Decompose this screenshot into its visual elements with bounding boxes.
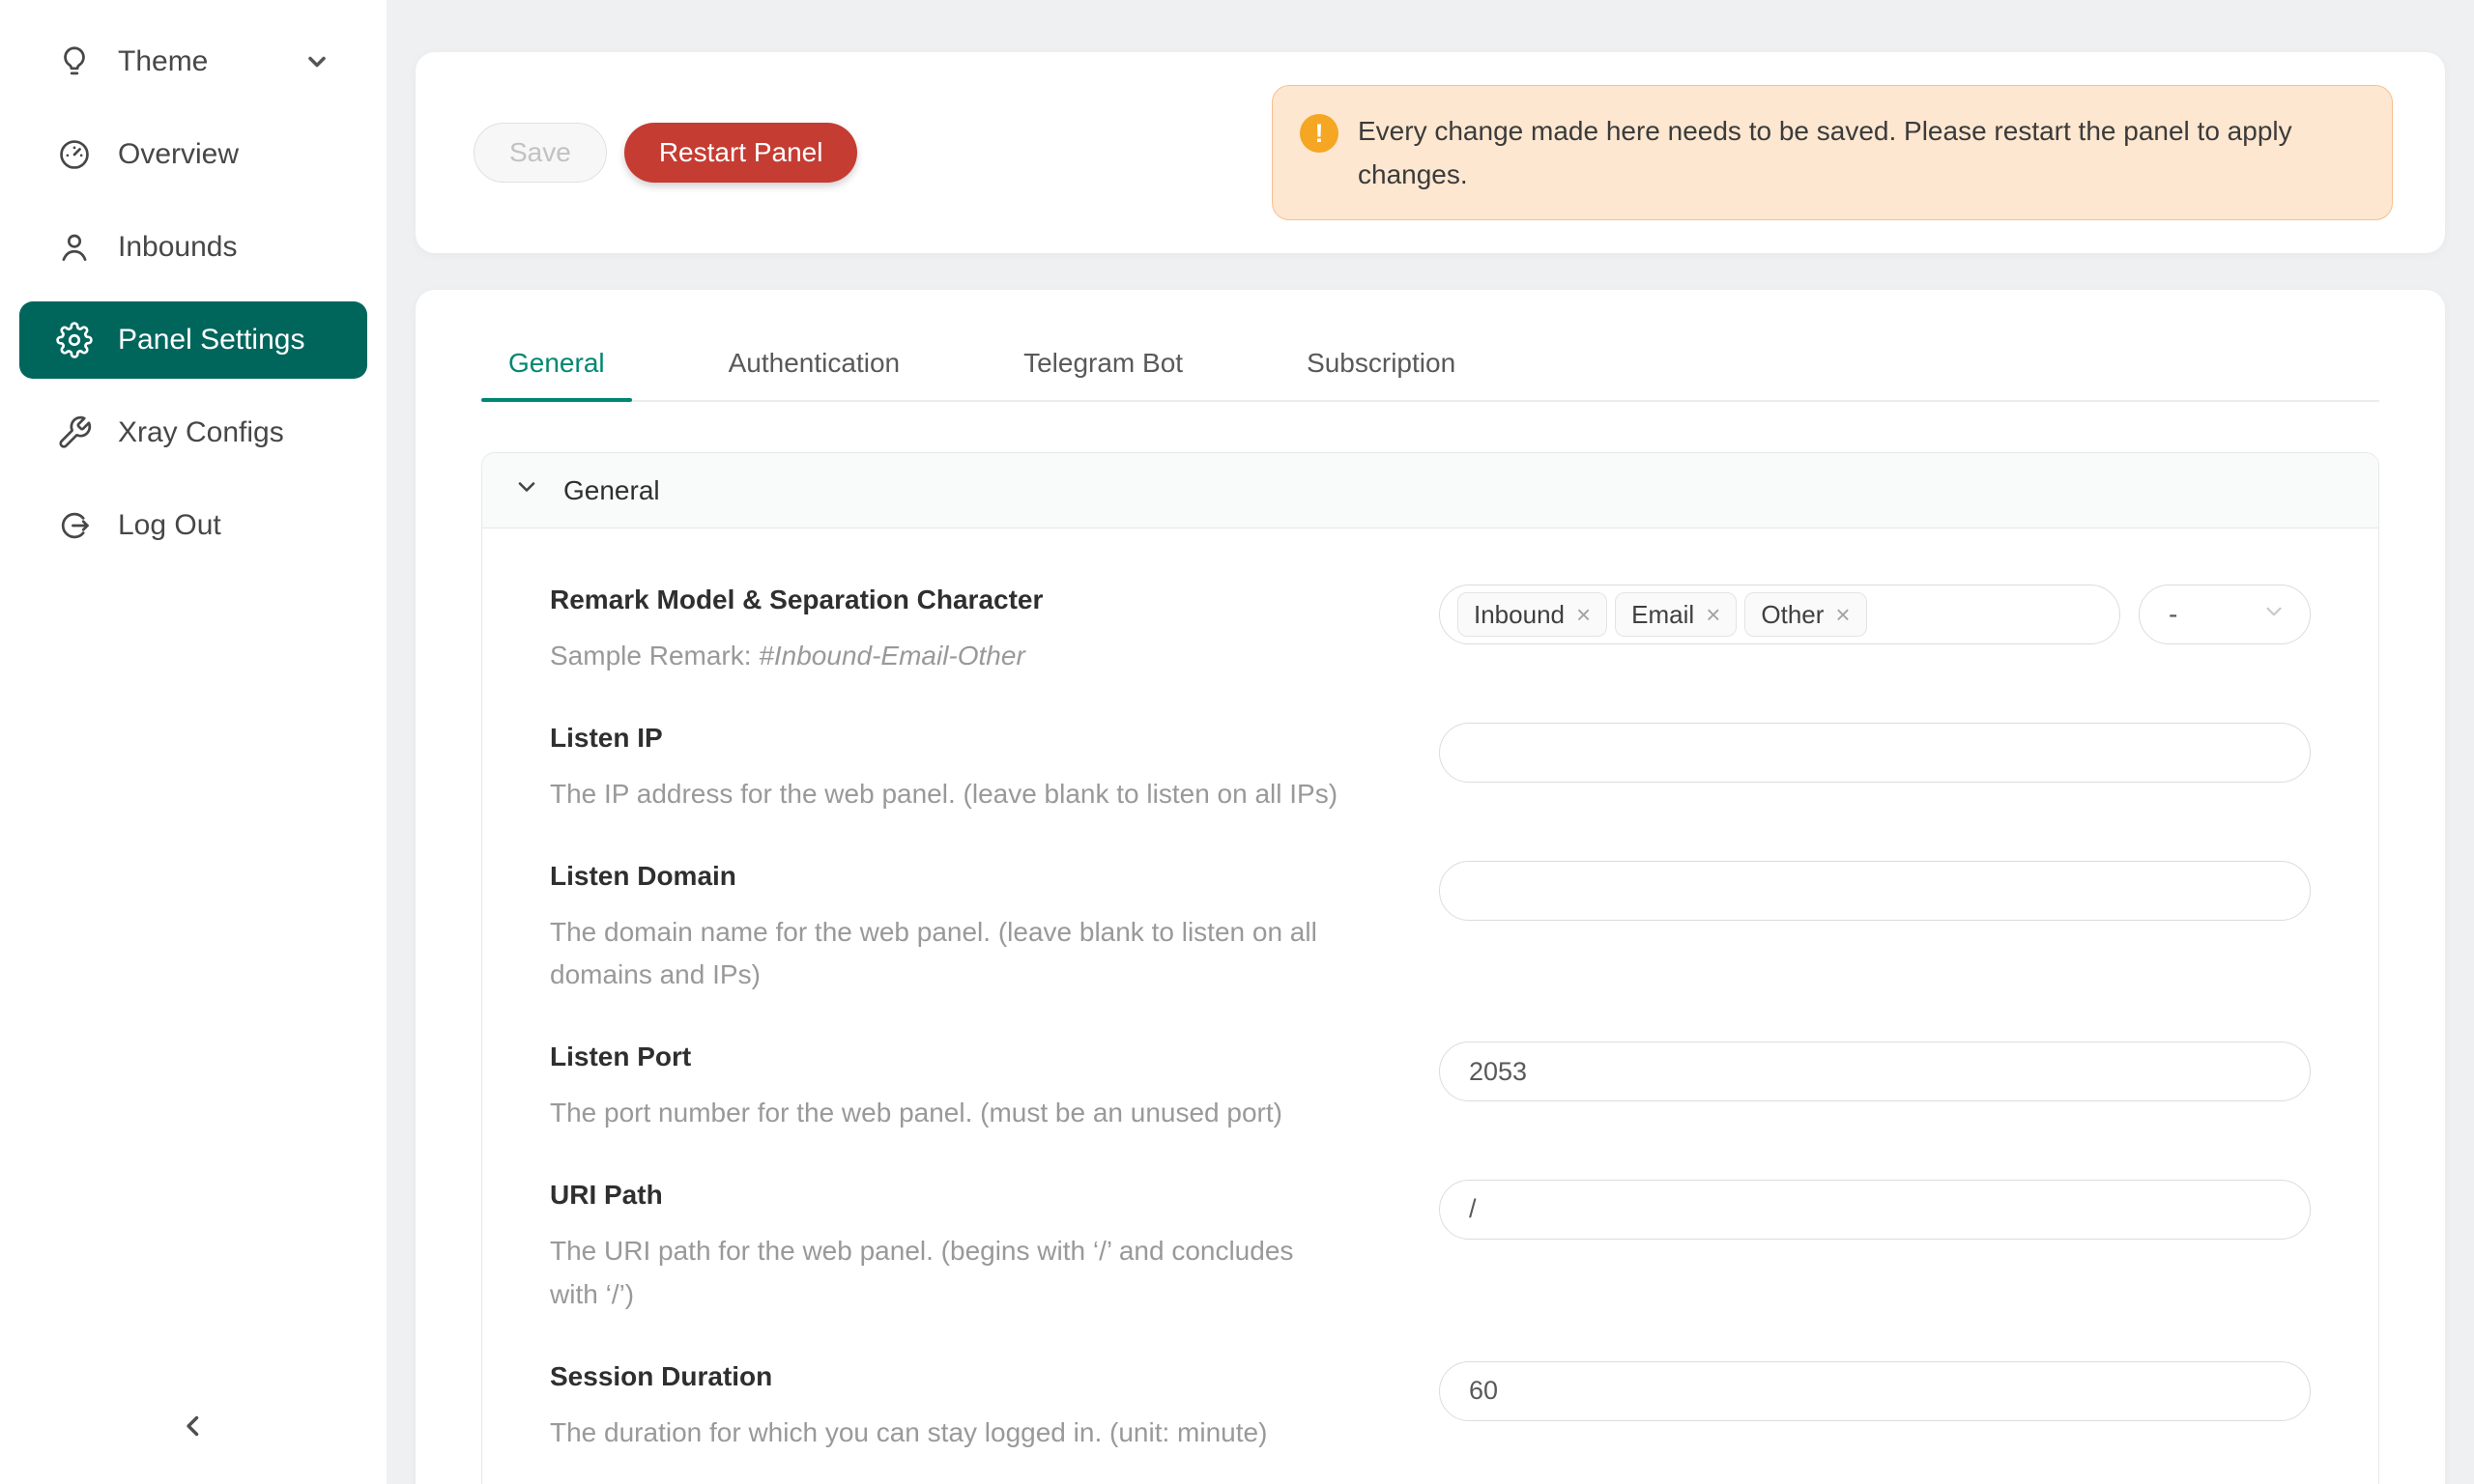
- gear-icon: [56, 322, 93, 358]
- session-duration-input[interactable]: [1439, 1361, 2311, 1421]
- chevron-down-icon: [513, 473, 563, 507]
- sample-remark-prefix: Sample Remark:: [550, 641, 759, 671]
- tag-label: Other: [1761, 600, 1824, 630]
- listen-domain-labels: Listen Domain The domain name for the we…: [550, 861, 1381, 998]
- sidebar-item-theme[interactable]: Theme: [19, 23, 367, 100]
- remark-model-tags-input[interactable]: Inbound × Email × Other ×: [1439, 585, 2120, 644]
- sidebar-item-label: Inbounds: [118, 231, 237, 264]
- field-label: Session Duration: [550, 1361, 1342, 1392]
- uri-path-input[interactable]: [1439, 1180, 2311, 1240]
- settings-tabs: General Authentication Telegram Bot Subs…: [481, 334, 2379, 402]
- form-row-listen-domain: Listen Domain The domain name for the we…: [550, 861, 2311, 998]
- sample-remark-value: #Inbound-Email-Other: [759, 641, 1024, 671]
- tag-label: Email: [1631, 600, 1694, 630]
- listen-domain-control: [1439, 861, 2311, 921]
- listen-port-input[interactable]: [1439, 1042, 2311, 1101]
- separator-select[interactable]: -: [2139, 585, 2311, 644]
- sidebar: Theme Overview Inbounds Panel Settings X…: [0, 0, 387, 1484]
- form-row-listen-ip: Listen IP The IP address for the web pan…: [550, 723, 2311, 816]
- tag-email: Email ×: [1615, 592, 1737, 637]
- main-content: Save Restart Panel ! Every change made h…: [387, 0, 2474, 1484]
- tab-subscription[interactable]: Subscription: [1280, 334, 1482, 400]
- restart-panel-button[interactable]: Restart Panel: [624, 123, 858, 183]
- sidebar-item-label: Overview: [118, 138, 239, 171]
- tag-label: Inbound: [1474, 600, 1565, 630]
- tab-telegram-bot[interactable]: Telegram Bot: [996, 334, 1210, 400]
- listen-ip-input[interactable]: [1439, 723, 2311, 783]
- listen-domain-input[interactable]: [1439, 861, 2311, 921]
- field-description: The port number for the web panel. (must…: [550, 1092, 1342, 1135]
- tag-inbound: Inbound ×: [1457, 592, 1607, 637]
- sidebar-item-label: Theme: [118, 45, 208, 78]
- toolbar-card: Save Restart Panel ! Every change made h…: [416, 52, 2445, 253]
- field-label: Listen Port: [550, 1042, 1342, 1072]
- warning-icon: !: [1300, 114, 1338, 153]
- sidebar-collapse-button[interactable]: [164, 1399, 222, 1457]
- listen-port-labels: Listen Port The port number for the web …: [550, 1042, 1381, 1135]
- close-icon[interactable]: ×: [1835, 602, 1850, 627]
- form-row-listen-port: Listen Port The port number for the web …: [550, 1042, 2311, 1135]
- remark-labels: Remark Model & Separation Character Samp…: [550, 585, 1381, 678]
- general-settings-form: Remark Model & Separation Character Samp…: [482, 528, 2378, 1484]
- sidebar-item-panel-settings[interactable]: Panel Settings: [19, 301, 367, 379]
- listen-port-control: [1439, 1042, 2311, 1101]
- form-row-session-duration: Session Duration The duration for which …: [550, 1361, 2311, 1455]
- uri-path-labels: URI Path The URI path for the web panel.…: [550, 1180, 1381, 1317]
- remark-controls: Inbound × Email × Other × -: [1439, 585, 2311, 644]
- sidebar-item-inbounds[interactable]: Inbounds: [19, 209, 367, 286]
- save-button[interactable]: Save: [474, 123, 607, 183]
- uri-path-control: [1439, 1180, 2311, 1240]
- general-collapse-panel: General Remark Model & Separation Charac…: [481, 452, 2379, 1484]
- chevron-down-icon: [2261, 599, 2287, 631]
- tab-authentication[interactable]: Authentication: [702, 334, 927, 400]
- field-label: Listen IP: [550, 723, 1342, 754]
- field-description: The IP address for the web panel. (leave…: [550, 773, 1342, 816]
- restart-warning-alert: ! Every change made here needs to be sav…: [1272, 85, 2393, 221]
- user-icon: [56, 229, 93, 266]
- wrench-icon: [56, 414, 93, 451]
- sidebar-item-log-out[interactable]: Log Out: [19, 487, 367, 564]
- session-duration-control: [1439, 1361, 2311, 1421]
- settings-card: General Authentication Telegram Bot Subs…: [416, 290, 2445, 1484]
- collapse-title: General: [563, 475, 660, 506]
- field-label: Listen Domain: [550, 861, 1342, 892]
- general-collapse-header[interactable]: General: [482, 453, 2378, 528]
- field-description: Sample Remark: #Inbound-Email-Other: [550, 635, 1342, 678]
- close-icon[interactable]: ×: [1706, 602, 1720, 627]
- logout-icon: [56, 507, 93, 544]
- form-row-remark: Remark Model & Separation Character Samp…: [550, 585, 2311, 678]
- sidebar-item-label: Panel Settings: [118, 324, 304, 357]
- listen-ip-control: [1439, 723, 2311, 783]
- field-description: The domain name for the web panel. (leav…: [550, 911, 1342, 998]
- close-icon[interactable]: ×: [1576, 602, 1591, 627]
- chevron-left-icon: [177, 1410, 210, 1447]
- field-description: The URI path for the web panel. (begins …: [550, 1230, 1342, 1317]
- sidebar-item-overview[interactable]: Overview: [19, 116, 367, 193]
- form-row-uri-path: URI Path The URI path for the web panel.…: [550, 1180, 2311, 1317]
- tab-general[interactable]: General: [481, 334, 632, 400]
- gauge-icon: [56, 136, 93, 173]
- sidebar-item-label: Log Out: [118, 509, 221, 542]
- tag-other: Other ×: [1744, 592, 1866, 637]
- field-label: Remark Model & Separation Character: [550, 585, 1342, 615]
- listen-ip-labels: Listen IP The IP address for the web pan…: [550, 723, 1381, 816]
- separator-select-value: -: [2169, 599, 2177, 630]
- chevron-down-icon: [303, 48, 331, 75]
- field-label: URI Path: [550, 1180, 1342, 1211]
- lightbulb-icon: [56, 43, 93, 80]
- session-duration-labels: Session Duration The duration for which …: [550, 1361, 1381, 1455]
- field-description: The duration for which you can stay logg…: [550, 1412, 1342, 1455]
- sidebar-item-xray-configs[interactable]: Xray Configs: [19, 394, 367, 471]
- sidebar-item-label: Xray Configs: [118, 416, 284, 449]
- alert-text: Every change made here needs to be saved…: [1358, 109, 2359, 197]
